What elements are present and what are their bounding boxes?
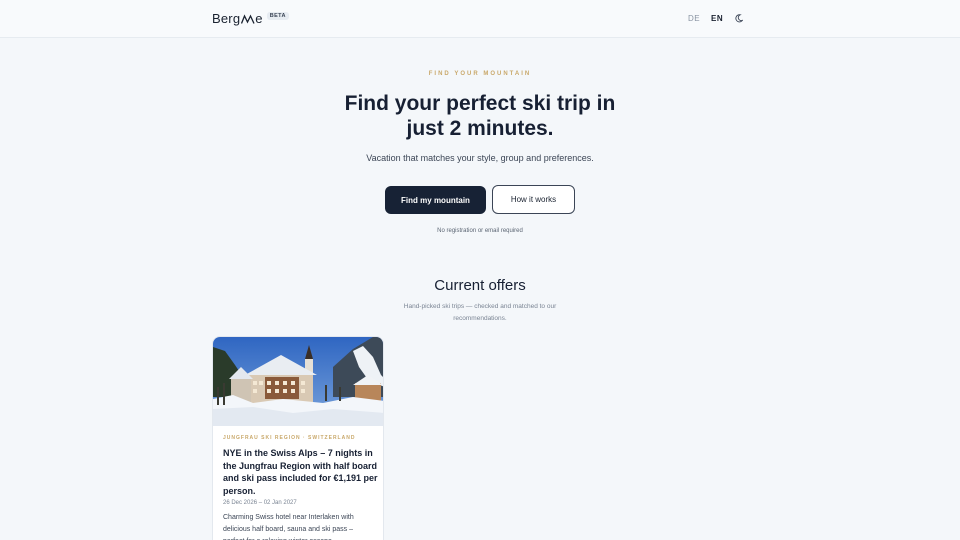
hero-subtitle: Vacation that matches your style, group …	[366, 153, 594, 163]
brand-logo[interactable]: Berg e BETA	[212, 11, 289, 26]
offer-title[interactable]: NYE in the Swiss Alps – 7 nights in the …	[223, 447, 379, 497]
no-registration-note: No registration or email required	[437, 228, 523, 234]
language-de-toggle[interactable]: DE	[688, 14, 700, 23]
logo-text-right: e	[255, 11, 263, 26]
moon-icon[interactable]	[735, 14, 743, 23]
language-en-toggle[interactable]: EN	[711, 14, 723, 23]
offer-dates: 26 Dec 2026 – 02 Jan 2027	[223, 500, 297, 506]
beta-badge: BETA	[266, 11, 289, 20]
logo-text-left: Berg	[212, 11, 241, 26]
offers-section-title: Current offers	[434, 277, 526, 294]
top-navigation-bar: Berg e BETA DE EN	[0, 0, 960, 38]
offer-region: JUNGFRAU SKI REGION · SWITZERLAND	[223, 435, 356, 441]
offer-photo-swiss-hotel	[213, 337, 383, 426]
offers-section-subtitle: Hand-picked ski trips — checked and matc…	[403, 303, 557, 322]
how-it-works-button[interactable]: How it works	[492, 185, 575, 214]
hero-eyebrow: FIND YOUR MOUNTAIN	[428, 71, 532, 77]
offer-description: Charming Swiss hotel near Interlaken wit…	[223, 514, 354, 540]
find-my-mountain-button[interactable]: Find my mountain	[385, 186, 486, 214]
offer-card[interactable]: JUNGFRAU SKI REGION · SWITZERLAND NYE in…	[212, 336, 384, 540]
hero-title: Find your perfect ski trip in just 2 min…	[344, 92, 616, 140]
mountain-logo-icon	[241, 13, 255, 24]
